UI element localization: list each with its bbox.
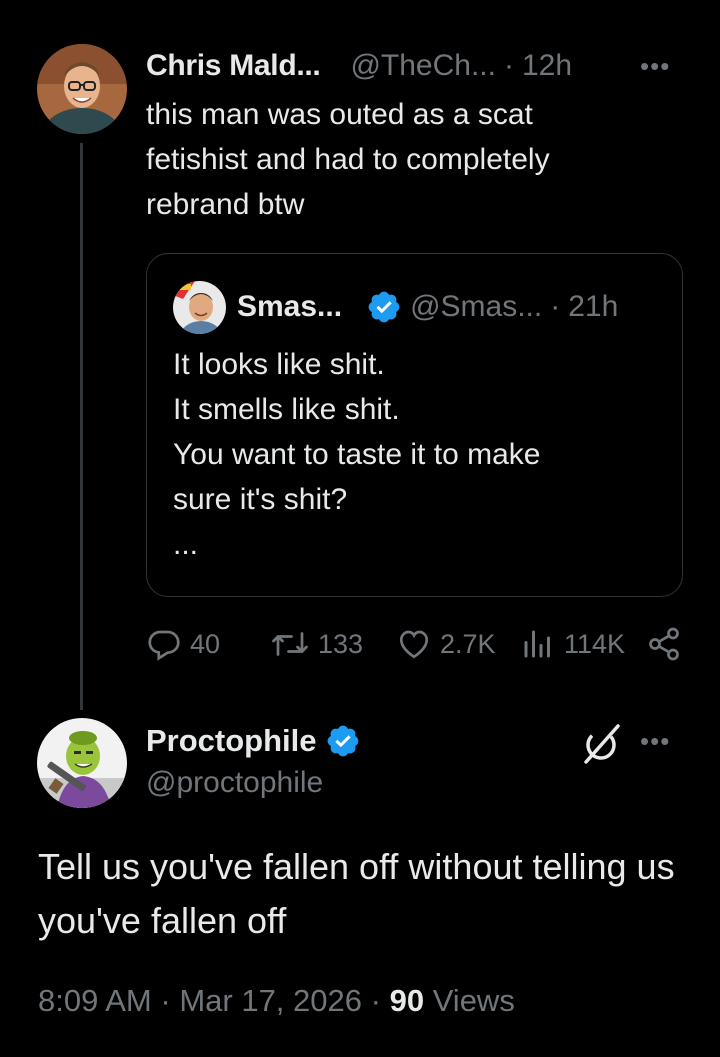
views-count: 114K	[564, 628, 626, 659]
share-icon	[649, 627, 679, 661]
tweet-time[interactable]: 8:09 AM	[38, 983, 152, 1018]
author-name-row: Proctophile	[146, 720, 361, 762]
tweet-action-bar: 40 133 2.7K 114K	[146, 622, 686, 666]
tweet-time[interactable]: 12h	[522, 49, 572, 83]
separator-dot: ·	[503, 49, 514, 82]
reply-count: 40	[190, 628, 221, 659]
grok-icon[interactable]	[580, 722, 624, 766]
separator-dot: ·	[550, 290, 561, 323]
verified-badge-icon	[368, 291, 400, 323]
quoted-tweet-time: 21h	[568, 290, 619, 323]
tweet-header: Chris Mald... @TheCh... · 12h	[146, 46, 572, 86]
tweet-text: Tell us you've fallen off without tellin…	[38, 846, 675, 941]
tweet-text: this man was outed as a scat fetishist a…	[146, 98, 550, 221]
quoted-author-name: Smas...	[237, 290, 343, 323]
more-options-icon[interactable]: •••	[640, 728, 670, 754]
more-options-icon[interactable]: •••	[640, 53, 670, 79]
author-handle[interactable]: @TheCh...	[350, 49, 496, 83]
like-count: 2.7K	[440, 628, 496, 659]
author-name[interactable]: Chris Mald...	[146, 49, 321, 83]
quoted-avatar	[173, 281, 226, 334]
views-count: 90	[389, 983, 425, 1018]
like-button[interactable]: 2.7K	[396, 622, 496, 666]
author-name[interactable]: Proctophile	[146, 723, 317, 759]
quoted-tweet-text: It looks like shit. It smells like shit.…	[173, 348, 541, 561]
quoted-tweet-header: Smas... @Smas... · 21h	[237, 286, 618, 328]
repost-button[interactable]: 133	[270, 622, 363, 666]
tweet-metadata: 8:09 AM · Mar 17, 2026 · 90 Views	[38, 983, 515, 1019]
separator-dot: ·	[370, 983, 381, 1018]
avatar[interactable]	[37, 44, 127, 134]
quoted-author-handle: @Smas...	[410, 290, 543, 323]
quoted-tweet-card[interactable]: Smas... @Smas... · 21h It looks like shi…	[146, 253, 683, 597]
author-handle[interactable]: @proctophile	[146, 766, 323, 800]
reply-button[interactable]: 40	[146, 622, 220, 666]
share-button[interactable]	[646, 622, 682, 666]
heart-icon	[399, 630, 429, 659]
views-label: Views	[432, 983, 515, 1018]
separator-dot: ·	[160, 983, 171, 1018]
repost-count: 133	[318, 628, 364, 659]
verified-badge-icon	[327, 725, 358, 757]
repost-icon	[272, 632, 308, 656]
views-button[interactable]: 114K	[520, 622, 625, 666]
reply-icon	[148, 630, 180, 661]
tweet-date[interactable]: Mar 17, 2026	[179, 983, 362, 1018]
thread-connector-line	[80, 143, 83, 710]
avatar[interactable]	[37, 718, 127, 808]
analytics-icon	[524, 630, 550, 658]
